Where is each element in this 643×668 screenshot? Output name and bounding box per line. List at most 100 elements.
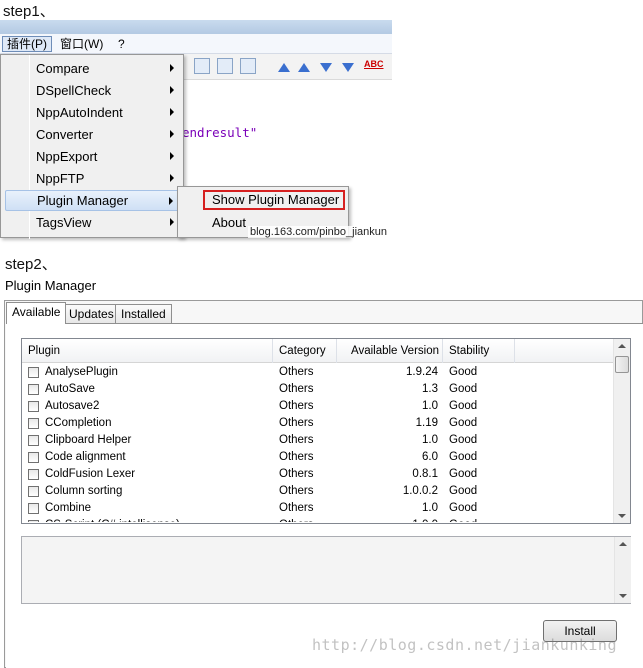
- tab-available[interactable]: Available: [6, 302, 67, 324]
- tab-installed[interactable]: Installed: [115, 304, 172, 323]
- run-macro-icon[interactable]: [217, 58, 233, 74]
- plugin-stability: Good: [449, 366, 478, 378]
- tab-updates[interactable]: Updates: [63, 304, 120, 323]
- checkbox[interactable]: [28, 486, 39, 497]
- list-scrollbar[interactable]: [613, 339, 630, 523]
- plugin-stability: Good: [449, 451, 478, 463]
- menu-item-compare[interactable]: Compare: [5, 58, 180, 79]
- column-header-category[interactable]: Category: [273, 339, 337, 363]
- description-box[interactable]: [21, 536, 631, 604]
- submenu-arrow-icon: [170, 130, 174, 138]
- plugin-name: CCompletion: [45, 417, 112, 429]
- plugin-category: Others: [279, 517, 314, 522]
- menu-item-nppautoindent[interactable]: NppAutoIndent: [5, 102, 180, 123]
- menu-item-converter[interactable]: Converter: [5, 124, 180, 145]
- plugin-stability: Good: [449, 400, 478, 412]
- table-row[interactable]: Code alignment Others 6.0 Good: [22, 449, 613, 466]
- menu-item-plugin-manager[interactable]: Plugin Manager: [5, 190, 180, 211]
- checkbox[interactable]: [28, 452, 39, 463]
- plugin-stability: Good: [449, 517, 477, 522]
- plugin-name: AnalysePlugin: [45, 366, 118, 378]
- column-header-plugin[interactable]: Plugin: [22, 339, 273, 363]
- table-row[interactable]: Combine Others 1.0 Good: [22, 500, 613, 517]
- plugin-category: Others: [279, 451, 314, 463]
- plugin-name: ColdFusion Lexer: [45, 468, 136, 480]
- menu-item-label: TagsView: [36, 215, 92, 230]
- table-row[interactable]: AnalysePlugin Others 1.9.24 Good: [22, 364, 613, 381]
- save-macro-icon[interactable]: [240, 58, 256, 74]
- menubar: 插件(P) 窗口(W) ?: [0, 34, 392, 54]
- triangle-down-icon[interactable]: [320, 63, 332, 72]
- spellcheck-icon[interactable]: ABC: [364, 59, 384, 69]
- submenu-arrow-icon: [170, 152, 174, 160]
- plugin-name: AutoSave: [45, 383, 95, 395]
- plugin-category: Others: [279, 417, 314, 429]
- menu-item-label: Converter: [36, 127, 94, 142]
- table-row[interactable]: AutoSave Others 1.3 Good: [22, 381, 613, 398]
- step1-label: step1、: [3, 3, 55, 20]
- plugin-category: Others: [279, 485, 314, 497]
- checkbox[interactable]: [28, 384, 39, 395]
- column-header-version[interactable]: Available Version: [337, 339, 443, 363]
- plugin-name: Autosave2: [45, 400, 100, 412]
- scroll-up-icon[interactable]: [618, 344, 626, 348]
- plugin-category: Others: [279, 468, 314, 480]
- watermark: http://blog.csdn.net/jiankunking: [312, 636, 617, 654]
- plugin-category: Others: [279, 502, 314, 514]
- plugin-version: 1.0: [422, 434, 438, 446]
- plugin-version: 1.0: [422, 502, 438, 514]
- submenu-arrow-icon: [170, 64, 174, 72]
- menu-item-dspellcheck[interactable]: DSpellCheck: [5, 80, 180, 101]
- toolbar: ABC: [182, 54, 392, 80]
- submenu-about[interactable]: About: [212, 215, 246, 230]
- triangle-up-icon[interactable]: [278, 63, 290, 72]
- checkbox[interactable]: [28, 503, 39, 514]
- description-scrollbar[interactable]: [614, 537, 631, 603]
- table-row[interactable]: Column sorting Others 1.0.0.2 Good: [22, 483, 613, 500]
- plugin-version: 1.0: [422, 400, 438, 412]
- column-header-stability[interactable]: Stability: [443, 339, 515, 363]
- table-row[interactable]: ColdFusion Lexer Others 0.8.1 Good: [22, 466, 613, 483]
- checkbox[interactable]: [28, 418, 39, 429]
- menu-item-tagsview[interactable]: TagsView: [5, 212, 180, 233]
- menu-item-label: Compare: [36, 61, 90, 76]
- play-icon[interactable]: [194, 58, 210, 74]
- plugin-name: Code alignment: [45, 451, 126, 463]
- menu-window[interactable]: 窗口(W): [56, 36, 107, 52]
- scroll-down-icon[interactable]: [618, 514, 626, 518]
- plugin-stability: Good: [449, 502, 478, 514]
- table-row[interactable]: CS-Script (C# intellisense) Others 1.0.0 Go…: [22, 517, 613, 522]
- plugins-dropdown: Compare DSpellCheck NppAutoIndent Conver…: [0, 54, 184, 239]
- checkbox[interactable]: [28, 520, 39, 522]
- plugin-version: 6.0: [422, 451, 438, 463]
- checkbox[interactable]: [28, 401, 39, 412]
- table-row[interactable]: CCompletion Others 1.19 Good: [22, 415, 613, 432]
- dialog-title: Plugin Manager: [5, 278, 97, 293]
- triangle-down-blue-icon[interactable]: [342, 63, 354, 72]
- plugin-name: Combine: [45, 502, 92, 514]
- scroll-thumb[interactable]: [615, 356, 629, 373]
- table-row[interactable]: Autosave2 Others 1.0 Good: [22, 398, 613, 415]
- menu-plugins[interactable]: 插件(P): [2, 36, 52, 52]
- plugin-version: 1.3: [422, 383, 438, 395]
- checkbox[interactable]: [28, 367, 39, 378]
- scroll-down-icon[interactable]: [619, 594, 627, 598]
- menu-item-label: NppExport: [36, 149, 98, 164]
- submenu-arrow-icon: [170, 108, 174, 116]
- plugin-name: CS-Script (C# intellisense): [45, 517, 180, 522]
- plugin-version: 1.0.0: [342, 517, 438, 522]
- table-row[interactable]: Clipboard Helper Others 1.0 Good: [22, 432, 613, 449]
- menu-item-nppftp[interactable]: NppFTP: [5, 168, 180, 189]
- menu-item-nppexport[interactable]: NppExport: [5, 146, 180, 167]
- window-titlebar: [0, 20, 392, 34]
- checkbox[interactable]: [28, 469, 39, 480]
- triangle-up-blue-icon[interactable]: [298, 63, 310, 72]
- plugin-version: 1.9.24: [406, 366, 438, 378]
- checkbox[interactable]: [28, 435, 39, 446]
- plugin-stability: Good: [449, 485, 478, 497]
- menu-item-label: DSpellCheck: [36, 83, 112, 98]
- plugin-version: 1.19: [415, 417, 438, 429]
- scroll-up-icon[interactable]: [619, 542, 627, 546]
- plugin-stability: Good: [449, 417, 478, 429]
- menu-help[interactable]: ?: [114, 36, 129, 52]
